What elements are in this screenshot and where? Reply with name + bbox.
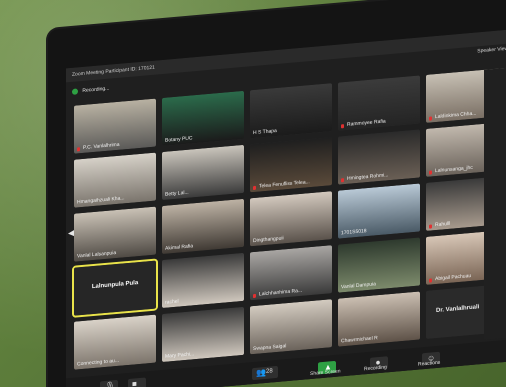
speaker-view-toggle[interactable]: Speaker View <box>477 46 506 55</box>
mute-icon <box>253 185 256 191</box>
window-title: Zoom Meeting Participant ID: 170121 <box>72 64 155 78</box>
zoom-window: Zoom Meeting Participant ID: 170121 Reco… <box>66 28 506 387</box>
mute-icon <box>341 178 344 183</box>
participant-name: rachel <box>165 298 179 306</box>
participant-tile[interactable]: rachel <box>162 252 244 309</box>
participant-tile[interactable]: Vanlal Dampuia <box>338 237 420 293</box>
mute-icon <box>429 170 432 175</box>
participant-tile[interactable]: Vanlal Lalsanpuia <box>74 206 156 262</box>
participants-button[interactable]: 👥 28 <box>252 365 278 381</box>
participants-count: 28 <box>266 368 273 375</box>
mute-icon <box>253 293 256 299</box>
participant-tile[interactable]: Hmangaihzuali Kha... <box>74 152 156 208</box>
participants-icon: 👥 <box>256 367 266 378</box>
mic-icon: 🎙 <box>105 381 116 387</box>
recording-label: Recording... <box>82 85 110 94</box>
participant-tile[interactable]: Chawrmichael R <box>338 291 420 347</box>
video-icon: ■ <box>132 379 137 387</box>
record-icon <box>72 88 78 95</box>
participant-tile[interactable]: Connecting to au... <box>74 314 156 370</box>
sidebar-strip <box>484 66 506 340</box>
monitor-bezel: Zoom Meeting Participant ID: 170121 Reco… <box>48 0 506 387</box>
participant-tile[interactable]: Botany PUC <box>162 90 244 147</box>
mute-icon <box>77 147 80 152</box>
participant-tile[interactable]: Rammoyee Rafia <box>338 75 420 131</box>
participant-tile[interactable]: Swapna Saigal <box>250 299 332 355</box>
mute-icon <box>429 224 432 229</box>
participant-tile[interactable]: Betty Lal... <box>162 144 244 201</box>
participant-tile[interactable]: 1701S5018 <box>338 183 420 239</box>
gallery-grid: P.C. Vanlalhrima Botany PUC H S Thapa Ra… <box>72 67 506 375</box>
mic-button[interactable]: 🎙 <box>100 379 118 387</box>
recording-button-label: Recording <box>364 364 387 373</box>
participant-tile[interactable]: Telea Fenufliss Telea... <box>250 137 332 193</box>
participant-tile[interactable]: Akimal Rafia <box>162 198 244 255</box>
speaker-view-label: Speaker View <box>477 45 506 55</box>
participant-tile[interactable]: P.C. Vanlalhrima <box>74 98 156 154</box>
participant-tile[interactable]: Hmingtea Rohmi... <box>338 129 420 185</box>
participant-tile[interactable]: Lalchhanhima Ra... <box>250 245 332 301</box>
mute-icon <box>341 124 344 129</box>
mute-icon <box>429 278 432 283</box>
active-speaker-tile[interactable]: Lalnunpula Pula <box>72 258 158 319</box>
reactions-label: Reactions <box>418 359 441 368</box>
participant-tile[interactable]: Mary Pachi... <box>162 306 244 363</box>
participant-tile[interactable]: Dingthangpuii <box>250 191 332 247</box>
video-button[interactable]: ■ <box>128 377 146 387</box>
share-screen-label: Share Screen <box>310 368 341 378</box>
recording-indicator[interactable]: Recording... <box>72 83 109 98</box>
photo-scene: Zoom Meeting Participant ID: 170121 Reco… <box>0 0 506 387</box>
mute-icon <box>429 116 432 121</box>
participant-tile[interactable]: H S Thapa <box>250 83 332 139</box>
